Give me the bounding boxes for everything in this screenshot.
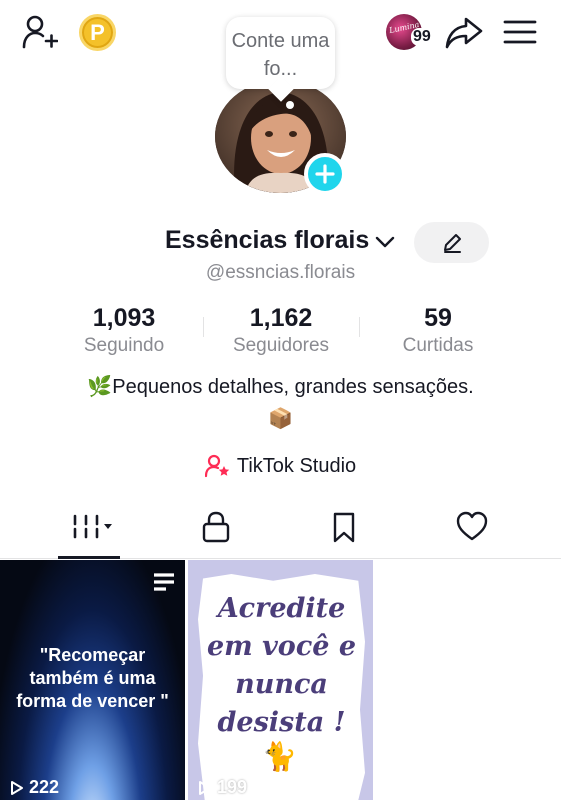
- name-row: Essências florais: [0, 222, 561, 263]
- videos-grid-icon: [73, 514, 112, 539]
- stat-label: Seguidores: [232, 335, 330, 356]
- stat-value: 59: [424, 304, 452, 332]
- username-handle: @essncias.florais: [205, 262, 356, 283]
- view-count: 222: [10, 777, 59, 798]
- stat-value: 1,162: [249, 304, 313, 332]
- tab-videos[interactable]: [25, 505, 165, 559]
- stat-following[interactable]: 1,093 Seguindo: [49, 303, 199, 359]
- plus-icon: [315, 164, 335, 184]
- tiktok-studio-link[interactable]: TikTok Studio: [0, 451, 561, 481]
- active-tab-indicator: [58, 556, 120, 559]
- stat-divider: [203, 317, 204, 337]
- tab-saved[interactable]: [274, 505, 414, 559]
- video-thumbnail[interactable]: Acredite em você e nunca desista ! 🐈 199: [188, 560, 373, 800]
- add-photo-button[interactable]: [304, 153, 346, 195]
- view-count-value: 222: [29, 777, 60, 797]
- stat-label: Curtidas: [402, 335, 474, 356]
- edit-profile-button[interactable]: [414, 222, 489, 263]
- coin-label: P: [90, 19, 105, 45]
- studio-person-star-icon: [204, 454, 230, 478]
- tab-private[interactable]: [146, 505, 286, 559]
- stat-value: 1,093: [92, 304, 156, 332]
- hamburger-menu-icon[interactable]: [503, 18, 537, 46]
- play-icon: [199, 780, 211, 795]
- tab-liked[interactable]: [402, 505, 542, 559]
- view-count-value: 199: [217, 777, 248, 797]
- carousel-icon: [153, 572, 175, 592]
- studio-label: TikTok Studio: [236, 454, 357, 477]
- display-name[interactable]: Essências florais: [165, 226, 369, 255]
- video-thumbnail[interactable]: "Recomeçar também é uma forma de vencer …: [0, 560, 185, 800]
- share-icon[interactable]: [444, 16, 484, 50]
- stat-label: Seguindo: [83, 335, 165, 356]
- play-icon: [11, 780, 23, 795]
- video-caption: "Recomeçar também é uma forma de vencer …: [16, 645, 169, 711]
- view-count: 199: [198, 777, 247, 798]
- lock-icon: [202, 511, 230, 543]
- stat-likes[interactable]: 59 Curtidas: [363, 303, 513, 359]
- video-grid: "Recomeçar também é uma forma de vencer …: [0, 560, 561, 800]
- content-tabs: [0, 505, 561, 559]
- video-caption: Acredite em você e nunca desista !: [206, 593, 357, 738]
- stats-row: 1,093 Seguindo 1,162 Seguidores 59 Curti…: [0, 303, 561, 363]
- heart-icon: [456, 511, 488, 541]
- story-badge-count: 99: [411, 28, 433, 46]
- add-user-icon[interactable]: [22, 14, 59, 50]
- stat-divider: [359, 317, 360, 337]
- bio-emoji: 📦: [268, 408, 293, 430]
- video-emoji: 🐈: [262, 741, 297, 772]
- pencil-icon: [443, 233, 461, 253]
- coin-icon[interactable]: P: [79, 14, 116, 51]
- stat-followers[interactable]: 1,162 Seguidores: [206, 303, 356, 359]
- chevron-down-icon[interactable]: [374, 232, 396, 252]
- bio: 🌿Pequenos detalhes, grandes sensações. 📦: [0, 373, 561, 433]
- bookmark-icon: [333, 512, 355, 543]
- note-bubble-text: Conte uma fo...: [231, 30, 330, 80]
- bio-text: 🌿Pequenos detalhes, grandes sensações.: [87, 376, 474, 398]
- note-dot: [286, 101, 294, 109]
- note-bubble[interactable]: Conte uma fo...: [226, 17, 335, 109]
